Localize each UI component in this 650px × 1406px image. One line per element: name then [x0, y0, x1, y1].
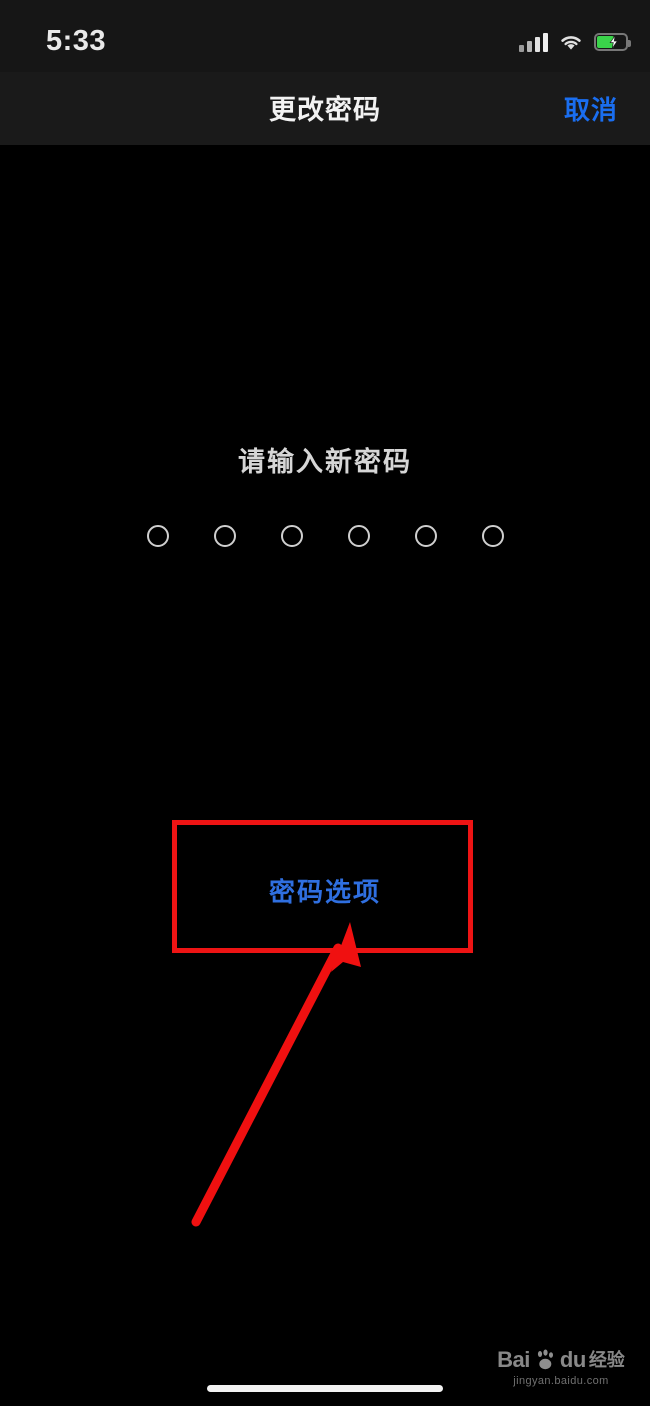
iphone-screen: 5:33 更改密码 取消 请输入新密码 密码选项 Bai du 经验 jingy… — [0, 0, 650, 1406]
watermark-url: jingyan.baidu.com — [513, 1375, 609, 1387]
status-bar: 5:33 — [0, 0, 650, 72]
watermark: Bai du 经验 jingyan.baidu.com — [482, 1347, 640, 1388]
passcode-dot — [481, 525, 504, 547]
watermark-logo: Bai du 经验 — [482, 1347, 640, 1373]
nav-bar: 更改密码 取消 — [0, 72, 650, 145]
page-title: 更改密码 — [269, 95, 381, 125]
passcode-dots — [0, 525, 650, 547]
watermark-brand: Bai — [497, 1347, 530, 1372]
watermark-sub-brand: 经验 — [588, 1350, 625, 1370]
passcode-dot — [280, 525, 303, 547]
passcode-dot — [213, 525, 236, 547]
cellular-signal-icon — [519, 32, 548, 52]
passcode-prompt: 请输入新密码 — [238, 447, 412, 477]
home-indicator[interactable] — [207, 1385, 443, 1392]
status-bar-indicators — [519, 27, 631, 57]
cancel-button[interactable]: 取消 — [564, 94, 618, 126]
wifi-icon — [558, 32, 584, 52]
passcode-options-button[interactable]: 密码选项 — [0, 875, 650, 909]
status-bar-time: 5:33 — [46, 25, 107, 57]
paw-icon — [533, 1348, 557, 1372]
passcode-dot — [414, 525, 437, 547]
passcode-dot — [146, 525, 169, 547]
passcode-screen: 请输入新密码 密码选项 — [0, 145, 650, 1406]
watermark-brand-suffix: du — [559, 1347, 586, 1372]
passcode-dot — [347, 525, 370, 547]
battery-charging-icon — [594, 33, 631, 51]
